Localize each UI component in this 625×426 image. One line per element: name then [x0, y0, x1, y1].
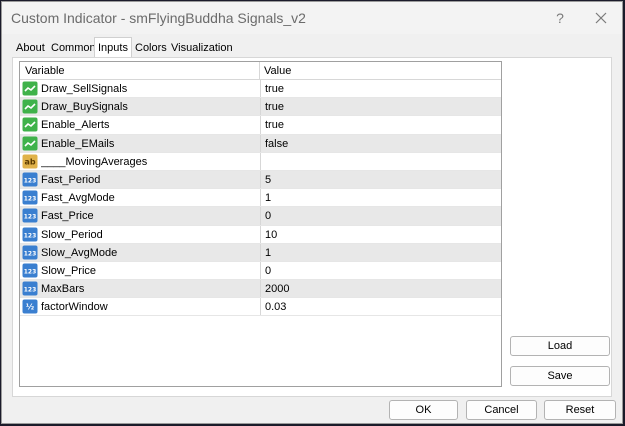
column-header-variable[interactable]: Variable: [20, 62, 260, 79]
custom-indicator-dialog: Custom Indicator - smFlyingBuddha Signal…: [1, 1, 623, 424]
svg-text:123: 123: [24, 250, 37, 257]
tab-about[interactable]: About: [12, 39, 49, 56]
column-divider: [260, 170, 261, 189]
table-row[interactable]: 123 Fast_Period 5: [20, 170, 501, 190]
svg-text:123: 123: [24, 214, 37, 221]
table-row[interactable]: 123 Fast_AvgMode 1: [20, 189, 501, 208]
variable-value[interactable]: true: [265, 80, 284, 98]
table-row[interactable]: 123 Slow_Period 10: [20, 225, 501, 244]
table-row[interactable]: Draw_BuySignals true: [20, 98, 501, 117]
variable-name: MaxBars: [41, 283, 85, 296]
table-row[interactable]: Enable_EMails false: [20, 134, 501, 153]
table-row[interactable]: Draw_SellSignals true: [20, 80, 501, 99]
variable-name: Fast_Period: [41, 173, 101, 186]
table-row[interactable]: Enable_Alerts true: [20, 116, 501, 135]
table-row[interactable]: 123 MaxBars 2000: [20, 280, 501, 299]
column-divider: [260, 207, 261, 225]
close-icon[interactable]: [590, 7, 612, 29]
tab-colors[interactable]: Colors: [131, 39, 171, 56]
column-divider: [260, 134, 261, 152]
window-title: Custom Indicator - smFlyingBuddha Signal…: [11, 10, 306, 26]
svg-text:123: 123: [24, 196, 37, 203]
svg-text:123: 123: [24, 177, 37, 184]
integer-icon: 123: [22, 245, 38, 260]
table-row[interactable]: ab ____MovingAverages: [20, 152, 501, 171]
table-row[interactable]: 123 Fast_Price 0: [20, 207, 501, 226]
variable-value[interactable]: 10: [265, 226, 277, 244]
variable-value[interactable]: 1: [265, 189, 271, 207]
variable-name: Enable_Alerts: [41, 119, 110, 132]
load-button[interactable]: Load: [510, 336, 610, 356]
integer-icon: 123: [22, 172, 38, 187]
column-divider: [260, 225, 261, 243]
table-row[interactable]: 123 Slow_AvgMode 1: [20, 243, 501, 262]
column-divider: [260, 261, 261, 280]
integer-icon: 123: [22, 263, 38, 278]
svg-text:123: 123: [24, 232, 37, 239]
tab-visualization[interactable]: Visualization: [167, 39, 237, 56]
variable-name: Slow_Period: [41, 228, 103, 241]
help-button[interactable]: ?: [550, 7, 570, 29]
variable-name: Draw_BuySignals: [41, 101, 128, 114]
variable-value[interactable]: false: [265, 135, 288, 153]
svg-text:ab: ab: [24, 157, 35, 166]
inputs-grid: Variable Value Draw_SellSignals true Draw_…: [19, 61, 502, 387]
bool-icon: [22, 99, 38, 114]
variable-name: Fast_AvgMode: [41, 192, 115, 205]
svg-text:123: 123: [24, 268, 37, 275]
reset-button[interactable]: Reset: [544, 400, 616, 420]
column-divider: [260, 116, 261, 134]
bool-icon: [22, 81, 38, 96]
tab-inputs[interactable]: Inputs: [94, 37, 132, 57]
variable-name: Slow_AvgMode: [41, 246, 118, 259]
integer-icon: 123: [22, 281, 38, 296]
column-divider: [260, 189, 261, 207]
variable-value[interactable]: true: [265, 98, 284, 116]
integer-icon: 123: [22, 190, 38, 205]
variable-value[interactable]: 0.03: [265, 298, 286, 316]
variable-name: Enable_EMails: [41, 137, 115, 150]
svg-text:123: 123: [24, 287, 37, 294]
bool-icon: [22, 136, 38, 151]
ok-button[interactable]: OK: [389, 400, 458, 420]
title-bar[interactable]: Custom Indicator - smFlyingBuddha Signal…: [2, 2, 622, 34]
variable-value[interactable]: 5: [265, 171, 271, 189]
column-divider: [260, 80, 261, 98]
bool-icon: [22, 117, 38, 132]
variable-value[interactable]: true: [265, 116, 284, 134]
column-divider: [260, 280, 261, 298]
variable-value[interactable]: 1: [265, 244, 271, 262]
variable-value[interactable]: 2000: [265, 280, 289, 298]
double-icon: ½: [22, 299, 38, 314]
variable-name: Draw_SellSignals: [41, 83, 128, 95]
table-row[interactable]: 123 Slow_Price 0: [20, 261, 501, 281]
svg-text:½: ½: [26, 302, 34, 312]
table-row[interactable]: ½ factorWindow 0.03: [20, 298, 501, 317]
tab-common[interactable]: Common: [47, 39, 100, 56]
string-icon: ab: [22, 154, 38, 169]
variable-value[interactable]: 0: [265, 207, 271, 225]
column-divider: [260, 298, 261, 316]
column-header-value[interactable]: Value: [260, 62, 501, 79]
variable-name: ____MovingAverages: [41, 155, 148, 168]
grid-header: Variable Value: [20, 62, 501, 80]
integer-icon: 123: [22, 227, 38, 242]
integer-icon: 123: [22, 208, 38, 223]
save-button[interactable]: Save: [510, 366, 610, 386]
column-divider: [260, 98, 261, 116]
grid-rows: Draw_SellSignals true Draw_BuySignals true E…: [20, 80, 501, 317]
variable-name: Slow_Price: [41, 264, 97, 277]
cancel-button[interactable]: Cancel: [466, 400, 537, 420]
column-divider: [260, 152, 261, 170]
variable-value[interactable]: 0: [265, 262, 271, 280]
variable-name: Fast_Price: [41, 210, 94, 223]
variable-name: factorWindow: [41, 301, 108, 314]
column-divider: [260, 243, 261, 261]
